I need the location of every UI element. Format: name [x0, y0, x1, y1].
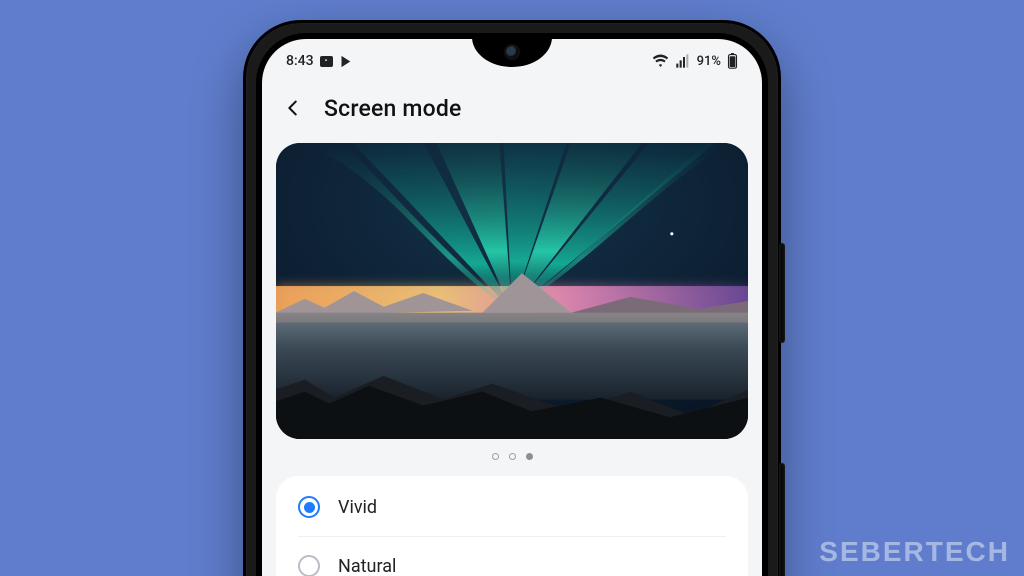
- signal-icon: [675, 54, 691, 68]
- screen-mode-options: Vivid Natural: [276, 476, 748, 576]
- preview-image[interactable]: [276, 143, 748, 439]
- side-button-volume: [779, 243, 785, 343]
- play-store-icon: [339, 54, 354, 69]
- chevron-left-icon: [282, 97, 304, 119]
- option-vivid[interactable]: Vivid: [276, 478, 748, 536]
- aurora-illustration: [276, 143, 748, 439]
- preview-pager[interactable]: [262, 439, 762, 474]
- page-header: Screen mode: [262, 77, 762, 143]
- notification-icon: •: [320, 56, 333, 67]
- pager-dot-active[interactable]: [526, 453, 533, 460]
- battery-percent: 91%: [697, 54, 721, 69]
- side-button-power: [779, 463, 785, 576]
- back-button[interactable]: [276, 91, 310, 125]
- page-title: Screen mode: [324, 95, 462, 122]
- radio-unselected-icon: [298, 555, 320, 576]
- option-natural[interactable]: Natural: [276, 537, 748, 576]
- pager-dot[interactable]: [509, 453, 516, 460]
- watermark: SEBERTECH: [819, 536, 1010, 568]
- option-label: Vivid: [338, 497, 377, 518]
- pager-dot[interactable]: [492, 453, 499, 460]
- battery-icon: [727, 53, 738, 69]
- screen: 8:43 •: [262, 39, 762, 576]
- option-label: Natural: [338, 556, 396, 576]
- radio-selected-icon: [298, 496, 320, 518]
- status-time: 8:43: [286, 53, 314, 69]
- wifi-icon: [652, 54, 669, 68]
- phone-frame: 8:43 •: [243, 20, 781, 576]
